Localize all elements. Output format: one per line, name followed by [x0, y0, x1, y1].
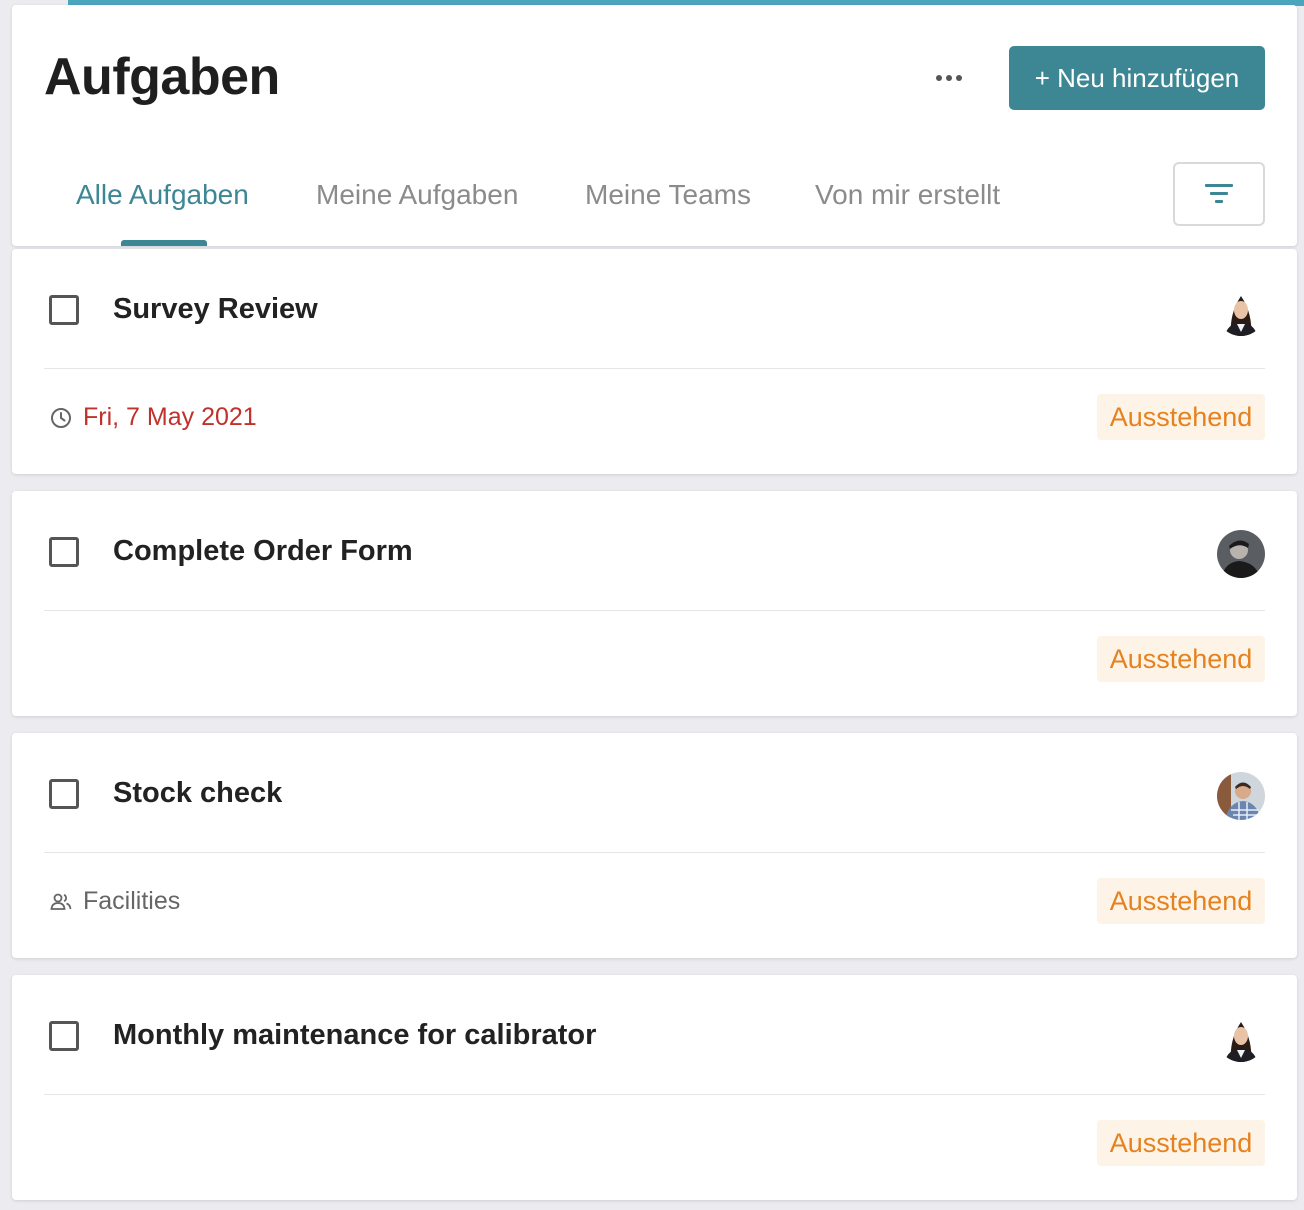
tab-all-tasks[interactable]: Alle Aufgaben	[76, 179, 249, 211]
task-card[interactable]: Stock check Facilities Ausstehend	[12, 733, 1297, 958]
tab-my-teams[interactable]: Meine Teams	[585, 179, 751, 211]
task-checkbox[interactable]	[49, 295, 79, 325]
more-options-button[interactable]	[928, 63, 970, 93]
page-title: Aufgaben	[44, 48, 280, 106]
team-label: Facilities	[49, 887, 180, 916]
card-divider	[44, 610, 1265, 611]
man-plaid-avatar	[1217, 772, 1265, 820]
status-badge: Ausstehend	[1097, 394, 1265, 440]
add-new-button[interactable]: + Neu hinzufügen	[1009, 46, 1265, 110]
team-name: Facilities	[83, 887, 181, 915]
task-checkbox[interactable]	[49, 537, 79, 567]
woman-avatar	[1217, 288, 1265, 336]
status-badge: Ausstehend	[1097, 1120, 1265, 1166]
task-tabs: Alle Aufgaben Meine Aufgaben Meine Teams…	[12, 167, 1162, 246]
task-card[interactable]: Monthly maintenance for calibrator Ausst…	[12, 975, 1297, 1200]
task-checkbox[interactable]	[49, 1021, 79, 1051]
task-title[interactable]: Stock check	[113, 777, 282, 810]
task-checkbox[interactable]	[49, 779, 79, 809]
team-icon	[50, 893, 72, 910]
filter-icon	[1205, 184, 1233, 203]
task-title[interactable]: Monthly maintenance for calibrator	[113, 1019, 596, 1052]
active-tab-indicator	[121, 240, 207, 246]
task-card[interactable]: Complete Order Form Ausstehend	[12, 491, 1297, 716]
status-badge: Ausstehend	[1097, 878, 1265, 924]
card-divider	[44, 368, 1265, 369]
man-dark-avatar	[1217, 530, 1265, 578]
tab-created-by-me[interactable]: Von mir erstellt	[815, 179, 1000, 211]
filter-button[interactable]	[1173, 162, 1265, 226]
page-header: Aufgaben + Neu hinzufügen Alle Aufgaben …	[12, 5, 1297, 246]
woman-avatar	[1217, 1014, 1265, 1062]
status-badge: Ausstehend	[1097, 636, 1265, 682]
more-icon	[936, 75, 942, 81]
card-divider	[44, 1094, 1265, 1095]
task-title[interactable]: Complete Order Form	[113, 535, 413, 568]
card-divider	[44, 852, 1265, 853]
task-title[interactable]: Survey Review	[113, 293, 318, 326]
tab-my-tasks[interactable]: Meine Aufgaben	[316, 179, 518, 211]
task-card[interactable]: Survey Review Fri, 7 May 2021 Ausstehend	[12, 249, 1297, 474]
due-date: Fri, 7 May 2021	[49, 403, 257, 432]
due-date-text: Fri, 7 May 2021	[83, 403, 257, 431]
clock-icon	[51, 407, 71, 428]
